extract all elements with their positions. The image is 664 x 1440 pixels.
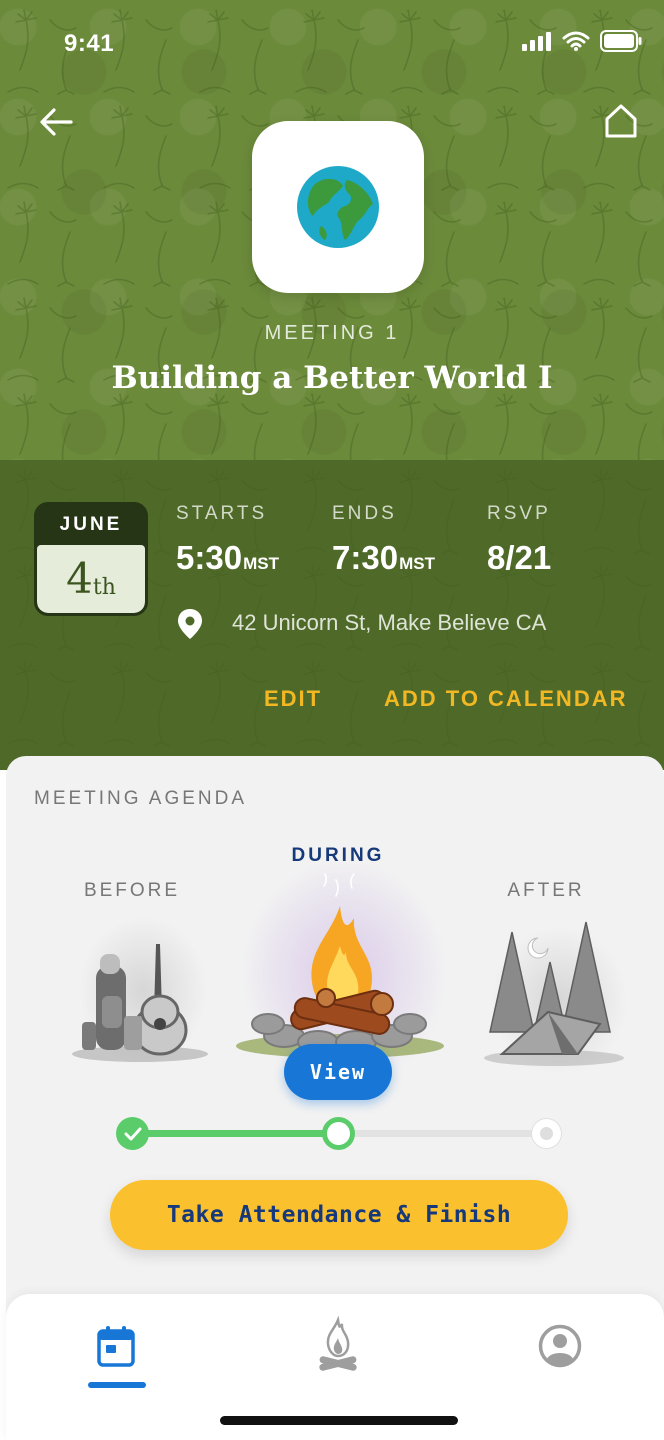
step-after-dot: [540, 1127, 553, 1140]
edit-button[interactable]: EDIT: [264, 686, 322, 712]
starts-label: STARTS: [176, 503, 268, 524]
tent-forest-image[interactable]: [482, 912, 628, 1068]
home-icon: [605, 104, 637, 138]
ends-label: ENDS: [332, 503, 397, 524]
check-icon: [124, 1127, 142, 1141]
battery-icon: [600, 30, 642, 52]
date-badge: JUNE 4 th: [34, 502, 148, 616]
location-pin-icon: [178, 609, 202, 639]
status-icons: [522, 30, 642, 52]
starts-info: STARTS 5:30MST: [176, 503, 279, 577]
phase-label-after: AFTER: [507, 880, 585, 901]
nav-profile[interactable]: [530, 1316, 590, 1376]
nav-calendar[interactable]: [86, 1316, 146, 1376]
ends-info: ENDS 7:30MST: [332, 503, 435, 577]
starts-value: 5:30MST: [176, 539, 279, 577]
step-before-done[interactable]: [116, 1117, 149, 1150]
ends-value: 7:30MST: [332, 539, 435, 577]
campfire-icon: [319, 1316, 357, 1371]
add-to-calendar-button[interactable]: ADD TO CALENDAR: [384, 686, 627, 712]
date-day-number: 4: [66, 554, 93, 603]
ends-time: 7:30: [332, 539, 399, 576]
wifi-icon: [562, 31, 590, 51]
nav-campfire[interactable]: [308, 1316, 368, 1376]
back-button[interactable]: [36, 102, 76, 142]
meeting-address[interactable]: 42 Unicorn St, Make Believe CA: [232, 610, 546, 636]
take-attendance-finish-button[interactable]: Take Attendance & Finish: [110, 1180, 568, 1250]
globe-icon: [297, 166, 379, 248]
rsvp-value: 8/21: [487, 539, 552, 576]
starts-unit: MST: [243, 554, 279, 573]
campfire-image[interactable]: [234, 866, 450, 1066]
bottom-navigation: [6, 1294, 664, 1440]
ends-unit: MST: [399, 554, 435, 573]
rsvp-info: RSVP 8/21: [487, 503, 551, 577]
date-month: JUNE: [59, 514, 123, 535]
signal-icon: [522, 32, 551, 51]
calendar-icon: [97, 1326, 135, 1367]
rsvp-label: RSVP: [487, 503, 551, 524]
profile-icon: [538, 1324, 582, 1368]
status-time: 9:41: [64, 30, 115, 57]
progress-fill: [132, 1130, 339, 1137]
phase-label-before: BEFORE: [83, 880, 181, 901]
home-indicator: [220, 1416, 458, 1425]
arrow-left-icon: [40, 108, 73, 136]
starts-time: 5:30: [176, 539, 243, 576]
step-during-active[interactable]: [322, 1117, 355, 1150]
agenda-title: MEETING AGENDA: [34, 788, 248, 809]
nav-active-indicator: [88, 1382, 146, 1388]
view-phase-button[interactable]: View: [284, 1044, 392, 1100]
camping-gear-image[interactable]: [68, 926, 214, 1066]
meeting-title: Building a Better World I: [111, 360, 553, 396]
date-day: 4 th: [37, 545, 145, 613]
step-after-upcoming[interactable]: [532, 1119, 561, 1148]
date-day-suffix: th: [92, 574, 116, 600]
meeting-app-tile: [252, 121, 424, 293]
meeting-number: MEETING 1: [264, 322, 400, 344]
home-button[interactable]: [600, 100, 642, 142]
